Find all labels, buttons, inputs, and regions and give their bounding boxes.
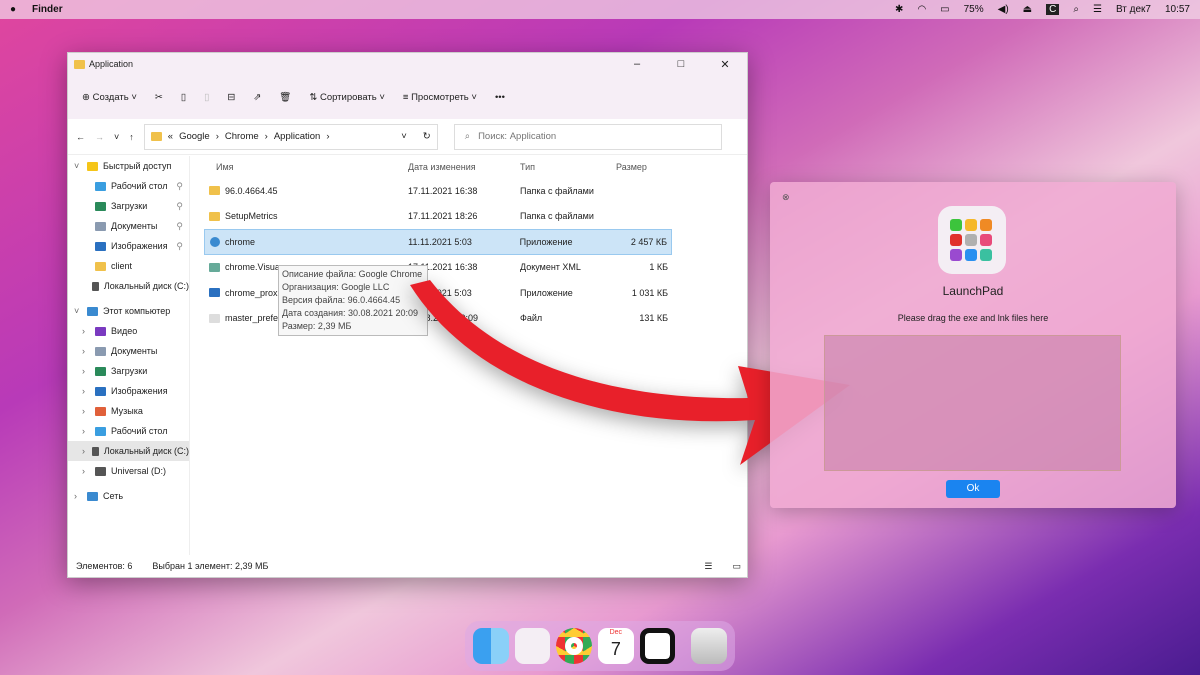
app-tile	[950, 219, 962, 231]
trash-icon[interactable]	[691, 628, 727, 664]
app-tile	[980, 249, 992, 261]
finder-icon[interactable]	[473, 628, 509, 664]
app-tile	[950, 249, 962, 261]
launchpad-dialog: ⊗ LaunchPad Please drag the exe and lnk …	[770, 182, 1176, 508]
chrome-icon[interactable]	[556, 628, 593, 664]
dock: Dec 7	[465, 621, 735, 671]
app-tile	[965, 249, 977, 261]
launchpad-app-icon	[938, 206, 1006, 274]
app-tile	[965, 234, 977, 246]
launchpad-icon[interactable]	[514, 628, 551, 664]
launchpad-title: LaunchPad	[942, 284, 1004, 298]
close-icon[interactable]: ⊗	[782, 192, 790, 203]
clock-icon[interactable]	[639, 628, 676, 664]
app-tile	[980, 234, 992, 246]
app-tile	[950, 234, 962, 246]
launchpad-hint: Please drag the exe and lnk files here	[897, 313, 1049, 323]
ok-button[interactable]: Ok	[946, 480, 1000, 498]
calendar-icon[interactable]: Dec 7	[598, 628, 634, 664]
calendar-month: Dec	[609, 629, 623, 636]
app-tile	[965, 219, 977, 231]
drop-zone[interactable]	[824, 335, 1121, 471]
calendar-day: 7	[610, 639, 621, 659]
app-tile	[980, 219, 992, 231]
